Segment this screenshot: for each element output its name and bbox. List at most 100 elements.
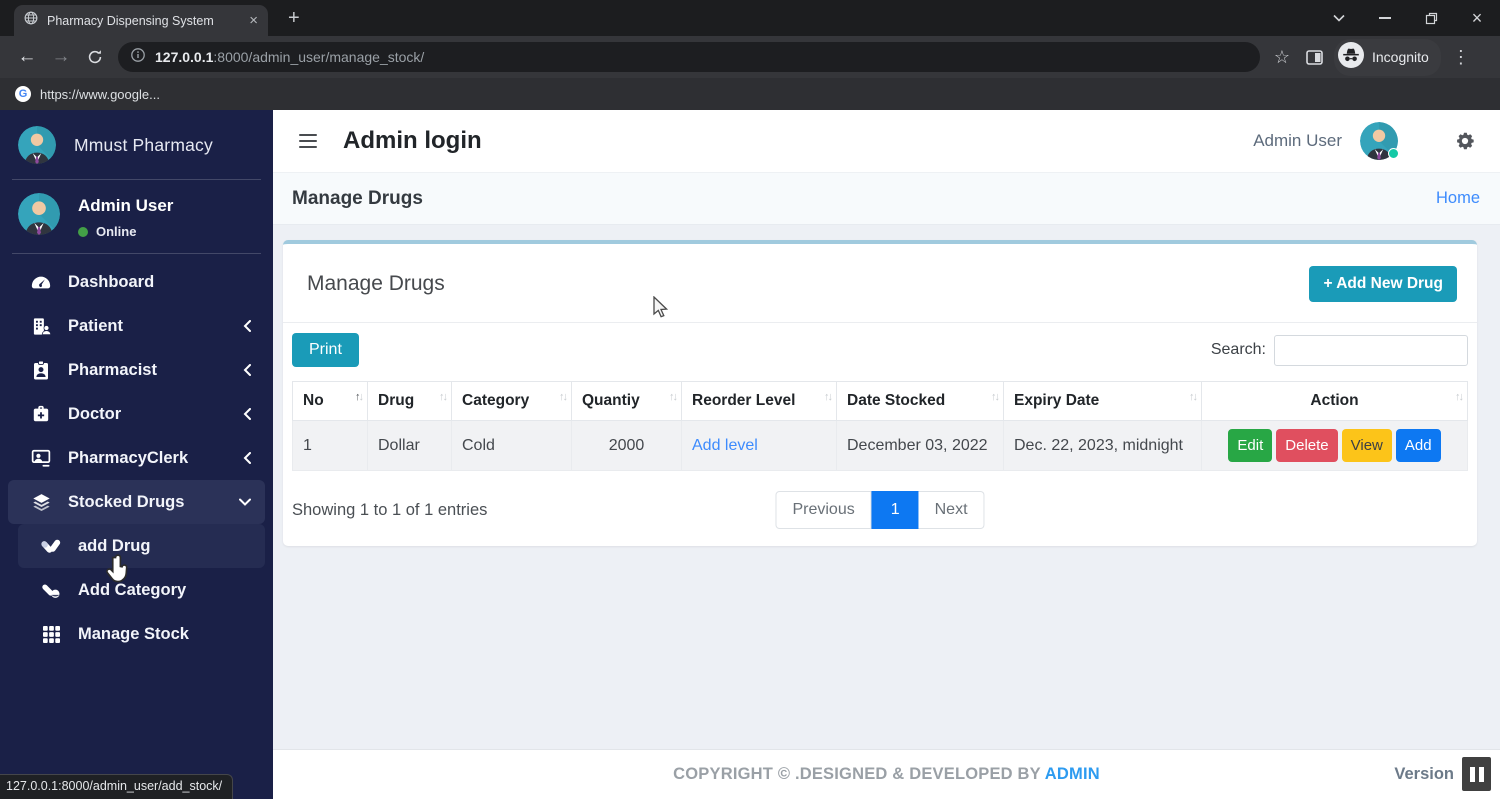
sidebar-user-panel: Admin User Online (0, 180, 273, 253)
layers-icon (30, 493, 52, 512)
pagination-page-1[interactable]: 1 (872, 491, 919, 529)
brand-name: Mmust Pharmacy (74, 135, 213, 156)
version-label: Version (1394, 765, 1454, 784)
admin-link[interactable]: ADMIN (1045, 765, 1100, 783)
search-input[interactable] (1274, 335, 1468, 366)
medical-bag-icon (30, 405, 52, 423)
online-dot-icon (78, 227, 88, 237)
sort-icon: ↑↓ (559, 391, 566, 403)
home-link[interactable]: Home (1436, 189, 1480, 208)
avatar-status-dot (1388, 148, 1399, 159)
sort-icon: ↑↓ (991, 391, 998, 403)
brand[interactable]: Mmust Pharmacy (0, 110, 273, 179)
entries-info: Showing 1 to 1 of 1 entries (292, 501, 487, 520)
search-label: Search: (1211, 341, 1266, 359)
status-bar-url: 127.0.0.1:8000/admin_user/add_stock/ (0, 774, 233, 799)
bookmarks-bar: G https://www.google... (0, 78, 1500, 110)
incognito-badge: Incognito (1334, 39, 1441, 76)
browser-menu-icon[interactable]: ⋮ (1445, 41, 1477, 73)
content-area: Manage Drugs + Add New Drug Print Search… (273, 225, 1500, 749)
tab-title: Pharmacy Dispensing System (47, 14, 240, 28)
bookmark-item[interactable]: https://www.google... (40, 87, 160, 102)
back-icon[interactable]: ← (10, 40, 44, 74)
manage-drugs-card: Manage Drugs + Add New Drug Print Search… (283, 240, 1477, 546)
add-new-drug-button[interactable]: + Add New Drug (1309, 266, 1457, 302)
user-avatar (18, 193, 60, 235)
clerk-icon (30, 449, 52, 468)
tab-close-icon[interactable]: × (249, 13, 258, 28)
sidebar-user-name: Admin User (78, 196, 173, 216)
table-header-row: No↑↓ Drug↑↓ Category↑↓ Quantiy↑↓ Reorder… (293, 382, 1468, 421)
screen: Pharmacy Dispensing System × + × ← → 127… (0, 0, 1500, 799)
col-header-reorder-level[interactable]: Reorder Level↑↓ (682, 382, 837, 421)
sidebar-item-stocked-drugs[interactable]: Stocked Drugs (8, 480, 265, 524)
incognito-label: Incognito (1372, 49, 1429, 65)
header-avatar[interactable] (1360, 122, 1398, 160)
sidebar-item-patient[interactable]: Patient (8, 304, 265, 348)
col-header-quantity[interactable]: Quantiy↑↓ (572, 382, 682, 421)
cell-expiry: Dec. 22, 2023, midnight (1004, 421, 1202, 471)
drugs-table: No↑↓ Drug↑↓ Category↑↓ Quantiy↑↓ Reorder… (292, 381, 1468, 471)
add-level-link[interactable]: Add level (692, 437, 758, 454)
incognito-icon (1338, 42, 1364, 73)
url-bar[interactable]: 127.0.0.1:8000/admin_user/manage_stock/ (118, 42, 1260, 72)
table-row: 1 Dollar Cold 2000 Add level December 03… (293, 421, 1468, 471)
browser-tab[interactable]: Pharmacy Dispensing System × (14, 5, 268, 36)
chevron-left-icon (243, 408, 251, 420)
sidebar-item-doctor[interactable]: Doctor (8, 392, 265, 436)
url-text: 127.0.0.1:8000/admin_user/manage_stock/ (155, 49, 424, 65)
edit-button[interactable]: Edit (1228, 429, 1272, 462)
cell-no: 1 (293, 421, 368, 471)
print-button[interactable]: Print (292, 333, 359, 367)
globe-favicon-icon (24, 11, 38, 30)
add-button[interactable]: Add (1396, 429, 1441, 462)
pause-button[interactable] (1462, 757, 1491, 791)
chevron-left-icon (243, 452, 251, 464)
col-header-action[interactable]: Action↑↓ (1202, 382, 1468, 421)
top-header: Admin login Admin User (273, 110, 1500, 172)
gauge-icon (30, 275, 52, 290)
sidebar-item-pharmacyclerk[interactable]: PharmacyClerk (8, 436, 265, 480)
pagination-next[interactable]: Next (919, 491, 985, 529)
pagination-previous[interactable]: Previous (775, 491, 871, 529)
cell-quantity: 2000 (572, 421, 682, 471)
chevron-down-icon (239, 498, 251, 506)
sidebar-item-add-category[interactable]: Add Category (8, 568, 265, 612)
delete-button[interactable]: Delete (1276, 429, 1337, 462)
sidebar-item-dashboard[interactable]: Dashboard (8, 260, 265, 304)
google-favicon-icon: G (15, 86, 31, 102)
chevron-left-icon (243, 320, 251, 332)
sidebar-item-manage-stock[interactable]: Manage Stock (8, 612, 265, 656)
sidebar-item-add-drug[interactable]: add Drug (18, 524, 265, 568)
col-header-drug[interactable]: Drug↑↓ (368, 382, 452, 421)
sidebar-item-pharmacist[interactable]: Pharmacist (8, 348, 265, 392)
header-user-label[interactable]: Admin User (1253, 131, 1342, 151)
chevron-left-icon (243, 364, 251, 376)
new-tab-button[interactable]: + (288, 7, 300, 30)
gear-icon[interactable] (1454, 130, 1476, 152)
window-restore-button[interactable] (1408, 0, 1454, 36)
hospital-user-icon (30, 317, 52, 336)
col-header-expiry-date[interactable]: Expiry Date↑↓ (1004, 382, 1202, 421)
site-info-icon[interactable] (131, 48, 145, 67)
cell-reorder: Add level (682, 421, 837, 471)
col-header-date-stocked[interactable]: Date Stocked↑↓ (837, 382, 1004, 421)
window-menu-chevron-icon[interactable] (1316, 0, 1362, 36)
window-close-button[interactable]: × (1454, 0, 1500, 36)
sidebar-menu: Dashboard Patient Pharmacist (0, 254, 273, 656)
window-minimize-button[interactable] (1362, 0, 1408, 36)
split-screen-icon[interactable] (1298, 41, 1330, 73)
sort-icon: ↑↓ (824, 391, 831, 403)
hamburger-menu-icon[interactable] (299, 134, 317, 148)
sort-icon: ↑↓ (439, 391, 446, 403)
browser-navbar: ← → 127.0.0.1:8000/admin_user/manage_sto… (0, 36, 1500, 78)
footer: COPYRIGHT © .DESIGNED & DEVELOPED BY ADM… (273, 749, 1500, 799)
cell-category: Cold (452, 421, 572, 471)
reload-icon[interactable] (78, 40, 112, 74)
view-button[interactable]: View (1342, 429, 1392, 462)
bookmark-star-icon[interactable]: ☆ (1266, 41, 1298, 73)
forward-icon[interactable]: → (44, 40, 78, 74)
col-header-category[interactable]: Category↑↓ (452, 382, 572, 421)
id-card-icon (30, 361, 52, 380)
col-header-no[interactable]: No↑↓ (293, 382, 368, 421)
